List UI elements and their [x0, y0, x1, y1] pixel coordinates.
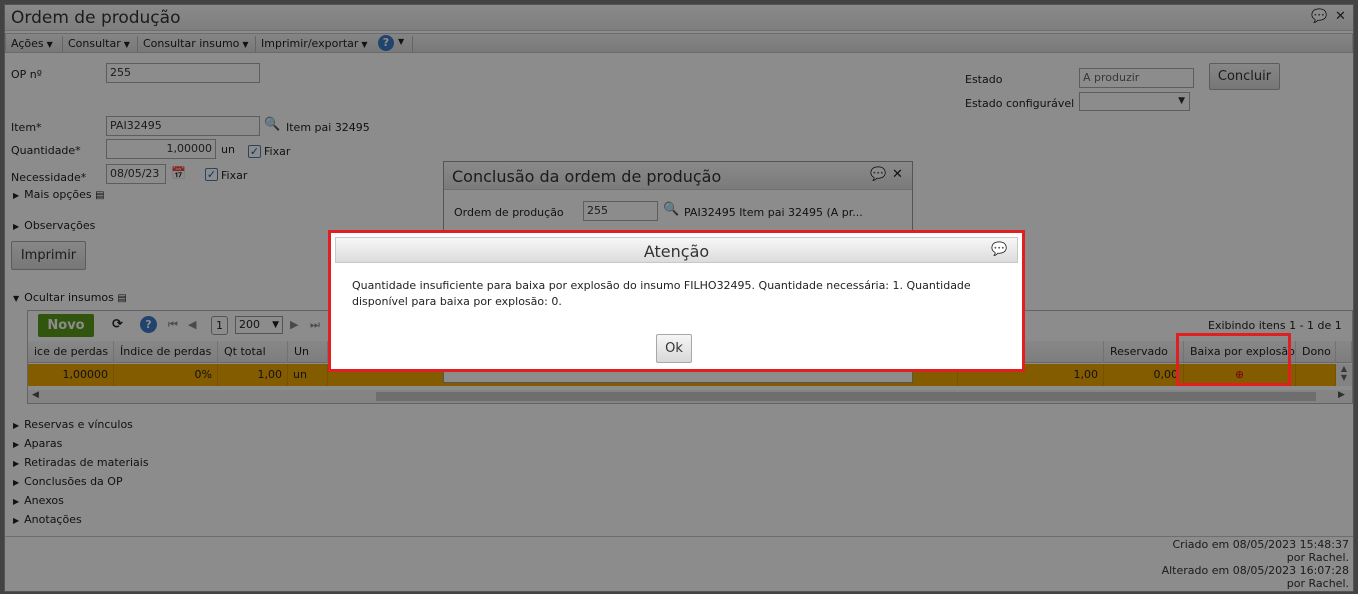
ok-button[interactable]: Ok	[656, 334, 692, 363]
alert-title-bar: Atenção 💬	[335, 237, 1018, 263]
alert-message: Quantidade insuficiente para baixa por e…	[352, 279, 971, 308]
alert-dialog: Atenção 💬 Quantidade insuficiente para b…	[328, 230, 1025, 372]
highlight-annotation	[1176, 333, 1291, 386]
comment-icon[interactable]: 💬	[991, 242, 1007, 257]
alert-title: Atenção	[643, 242, 710, 261]
